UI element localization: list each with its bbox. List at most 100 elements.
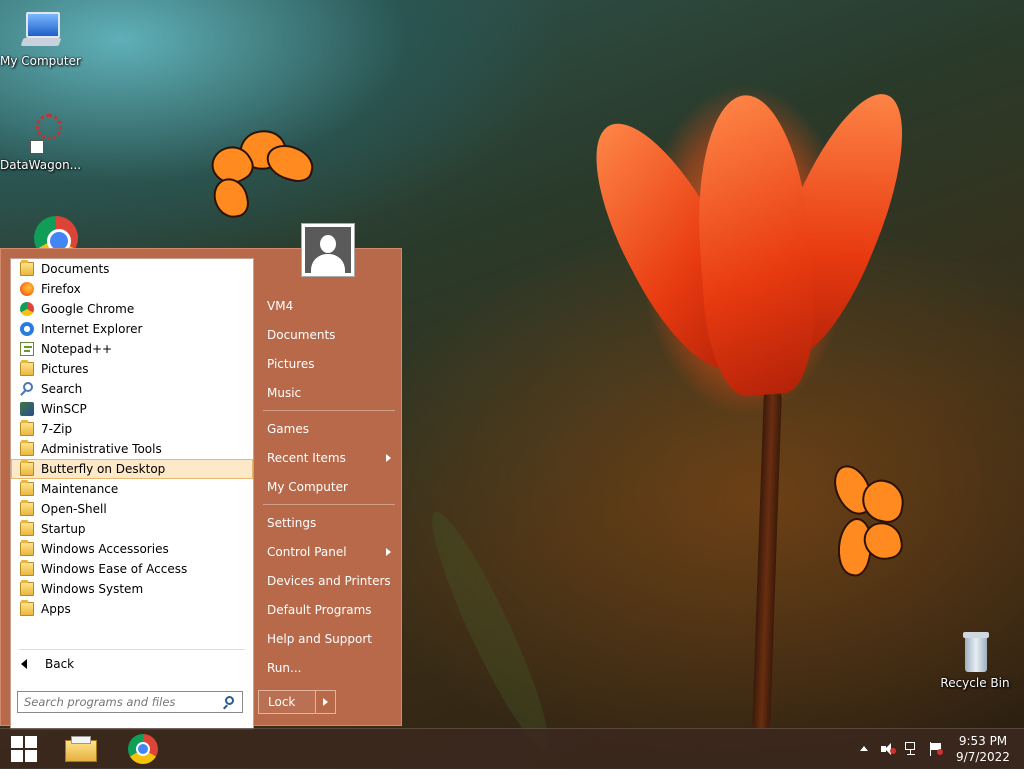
right-item-run[interactable]: Run... — [259, 653, 399, 682]
wallpaper-flower-stem — [752, 389, 782, 731]
right-item-recent-items[interactable]: Recent Items — [259, 443, 399, 472]
submenu-arrow-icon — [386, 548, 391, 556]
user-avatar-icon — [305, 227, 351, 273]
search-box[interactable] — [17, 691, 243, 713]
show-hidden-icons-chevron-icon[interactable] — [856, 741, 872, 757]
recycle-bin-icon — [953, 630, 997, 674]
folder-icon — [20, 500, 34, 516]
program-item[interactable]: WinSCP — [11, 399, 253, 419]
volume-muted-icon[interactable] — [880, 741, 896, 757]
program-item[interactable]: Butterfly on Desktop — [11, 459, 253, 479]
program-item-label: Firefox — [41, 282, 81, 296]
desktop-icon-my-computer[interactable]: My Computer — [0, 8, 81, 68]
search-input[interactable] — [18, 694, 216, 710]
right-item-default-programs[interactable]: Default Programs — [259, 595, 399, 624]
program-item[interactable]: Notepad++ — [11, 339, 253, 359]
back-label: Back — [45, 657, 75, 671]
program-item-label: Internet Explorer — [41, 322, 143, 336]
program-item-label: Windows Ease of Access — [41, 562, 188, 576]
program-item-label: WinSCP — [41, 402, 87, 416]
program-item[interactable]: Internet Explorer — [11, 319, 253, 339]
action-center-flag-icon[interactable] — [928, 741, 944, 757]
right-item-settings[interactable]: Settings — [259, 508, 399, 537]
right-item-my-computer[interactable]: My Computer — [259, 472, 399, 501]
windows-logo-icon — [11, 736, 37, 762]
pictures-folder-icon — [20, 360, 34, 376]
search-icon[interactable] — [225, 696, 234, 705]
program-item[interactable]: 7-Zip — [11, 419, 253, 439]
folder-icon — [20, 460, 34, 476]
program-item[interactable]: Windows Ease of Access — [11, 559, 253, 579]
program-item[interactable]: Firefox — [11, 279, 253, 299]
program-item[interactable]: Administrative Tools — [11, 439, 253, 459]
taskbar-file-explorer[interactable] — [57, 729, 105, 769]
right-item-devices-printers[interactable]: Devices and Printers — [259, 566, 399, 595]
program-item-label: Maintenance — [41, 482, 119, 496]
folder-icon — [20, 560, 34, 576]
file-explorer-icon — [65, 736, 97, 762]
folder-icon — [20, 440, 34, 456]
program-item[interactable]: Startup — [11, 519, 253, 539]
back-arrow-icon — [21, 659, 27, 669]
folder-icon — [20, 580, 34, 596]
program-item[interactable]: Open-Shell — [11, 499, 253, 519]
folder-icon — [20, 420, 34, 436]
desktop-icon-label: DataWagon... — [0, 158, 82, 172]
program-item[interactable]: Search — [11, 379, 253, 399]
network-icon[interactable] — [904, 741, 920, 757]
clock-date: 9/7/2022 — [956, 750, 1010, 764]
program-item[interactable]: Google Chrome — [11, 299, 253, 319]
programs-divider — [19, 649, 245, 650]
program-item-label: Documents — [41, 262, 110, 276]
program-item-label: Notepad++ — [41, 342, 113, 356]
program-item[interactable]: Maintenance — [11, 479, 253, 499]
right-item-help-support[interactable]: Help and Support — [259, 624, 399, 653]
program-item-label: Windows System — [41, 582, 144, 596]
program-item-label: Search — [41, 382, 83, 396]
submenu-arrow-icon — [386, 454, 391, 462]
folder-icon — [20, 480, 34, 496]
datawagon-shortcut-icon — [18, 112, 62, 156]
desktop-icon-datawagon[interactable]: DataWagon... — [0, 112, 82, 172]
desktop-icon-label: Recycle Bin — [940, 676, 1010, 690]
right-item-music[interactable]: Music — [259, 378, 399, 407]
program-item[interactable]: Windows System — [11, 579, 253, 599]
internet-explorer-icon — [20, 322, 34, 336]
desktop-icon-label: My Computer — [0, 54, 81, 68]
notepadpp-icon — [20, 342, 34, 356]
butterfly-1 — [205, 123, 318, 221]
back-button[interactable]: Back — [11, 653, 251, 675]
documents-folder-icon — [20, 260, 34, 276]
program-item[interactable]: Pictures — [11, 359, 253, 379]
lock-group: Lock — [258, 690, 336, 714]
wallpaper-leaf — [416, 503, 564, 757]
program-item-label: Apps — [41, 602, 71, 616]
chrome-icon — [20, 302, 34, 316]
lock-button[interactable]: Lock — [258, 690, 316, 714]
folder-icon — [20, 540, 34, 556]
right-item-user[interactable]: VM4 — [259, 291, 399, 320]
program-item-label: Administrative Tools — [41, 442, 162, 456]
right-item-documents[interactable]: Documents — [259, 320, 399, 349]
program-item-label: Google Chrome — [41, 302, 135, 316]
programs-list: Documents Firefox Google Chrome Internet Ex… — [11, 259, 253, 619]
firefox-icon — [20, 282, 34, 296]
taskbar: 9:53 PM 9/7/2022 — [0, 728, 1024, 769]
lock-options-button[interactable] — [316, 690, 336, 714]
program-item[interactable]: Documents — [11, 259, 253, 279]
program-item[interactable]: Windows Accessories — [11, 539, 253, 559]
right-separator — [263, 504, 395, 505]
user-picture[interactable] — [301, 223, 355, 277]
start-button[interactable] — [0, 729, 48, 769]
program-item[interactable]: Apps — [11, 599, 253, 619]
right-separator — [263, 410, 395, 411]
right-item-control-panel[interactable]: Control Panel — [259, 537, 399, 566]
butterfly-2 — [828, 459, 908, 579]
search-icon — [20, 382, 34, 396]
taskbar-clock[interactable]: 9:53 PM 9/7/2022 — [952, 733, 1014, 765]
right-item-pictures[interactable]: Pictures — [259, 349, 399, 378]
program-item-label: 7-Zip — [41, 422, 73, 436]
taskbar-chrome[interactable] — [119, 729, 167, 769]
desktop-icon-recycle-bin[interactable]: Recycle Bin — [935, 630, 1015, 690]
right-item-games[interactable]: Games — [259, 414, 399, 443]
